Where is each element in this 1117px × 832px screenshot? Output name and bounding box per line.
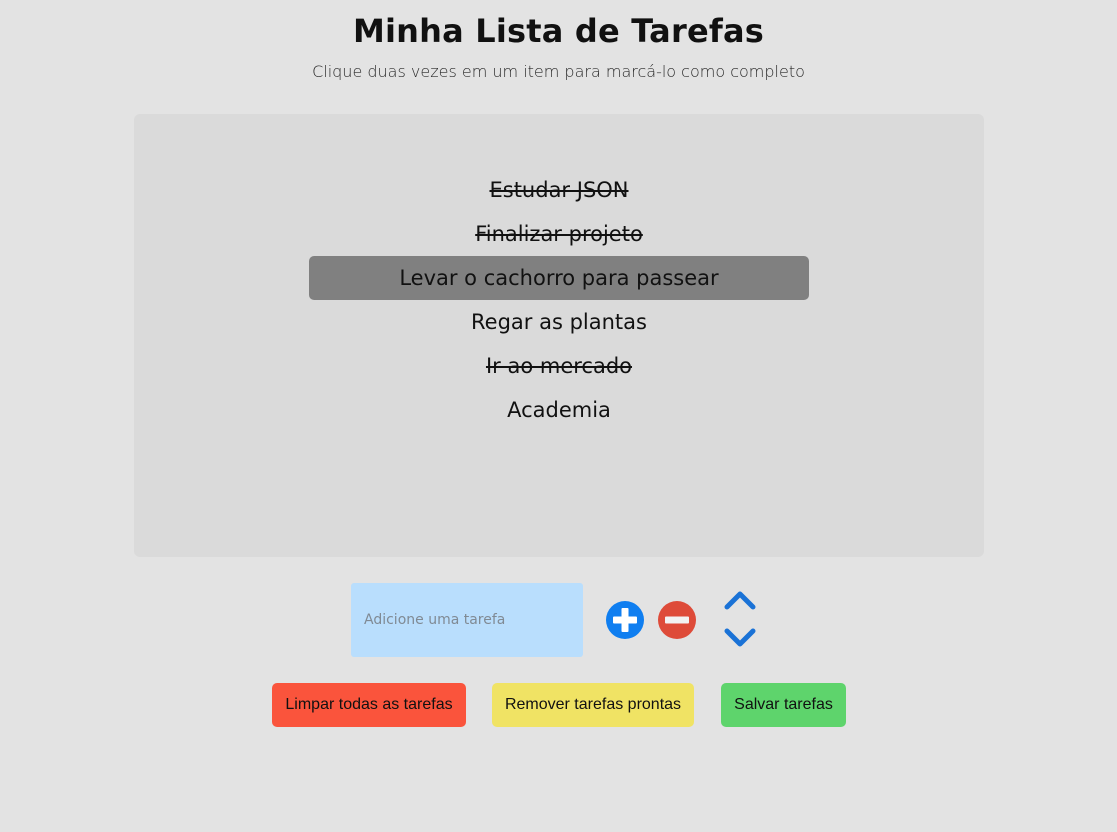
task-item[interactable]: Academia (309, 388, 809, 432)
task-item[interactable]: Regar as plantas (309, 300, 809, 344)
task-list-panel: Estudar JSON Finalizar projeto Levar o c… (134, 114, 984, 557)
task-item[interactable]: Levar o cachorro para passear (309, 256, 809, 300)
page-subtitle: Clique duas vezes em um item para marcá-… (312, 62, 805, 81)
task-item[interactable]: Finalizar projeto (309, 212, 809, 256)
minus-circle-icon[interactable] (657, 600, 697, 640)
task-item[interactable]: Ir ao mercado (309, 344, 809, 388)
page-title: Minha Lista de Tarefas (352, 12, 765, 50)
chevron-up-icon[interactable] (722, 588, 758, 614)
page: Minha Lista de Tarefas Clique duas vezes… (0, 0, 1117, 832)
task-item[interactable]: Estudar JSON (309, 168, 809, 212)
chevron-down-icon[interactable] (722, 624, 758, 650)
task-input[interactable] (351, 583, 583, 657)
remove-done-button[interactable]: Remover tarefas prontas (492, 683, 694, 727)
save-button[interactable]: Salvar tarefas (721, 683, 846, 727)
clear-all-button[interactable]: Limpar todas as tarefas (272, 683, 466, 727)
task-list: Estudar JSON Finalizar projeto Levar o c… (309, 168, 809, 432)
plus-circle-icon[interactable] (605, 600, 645, 640)
